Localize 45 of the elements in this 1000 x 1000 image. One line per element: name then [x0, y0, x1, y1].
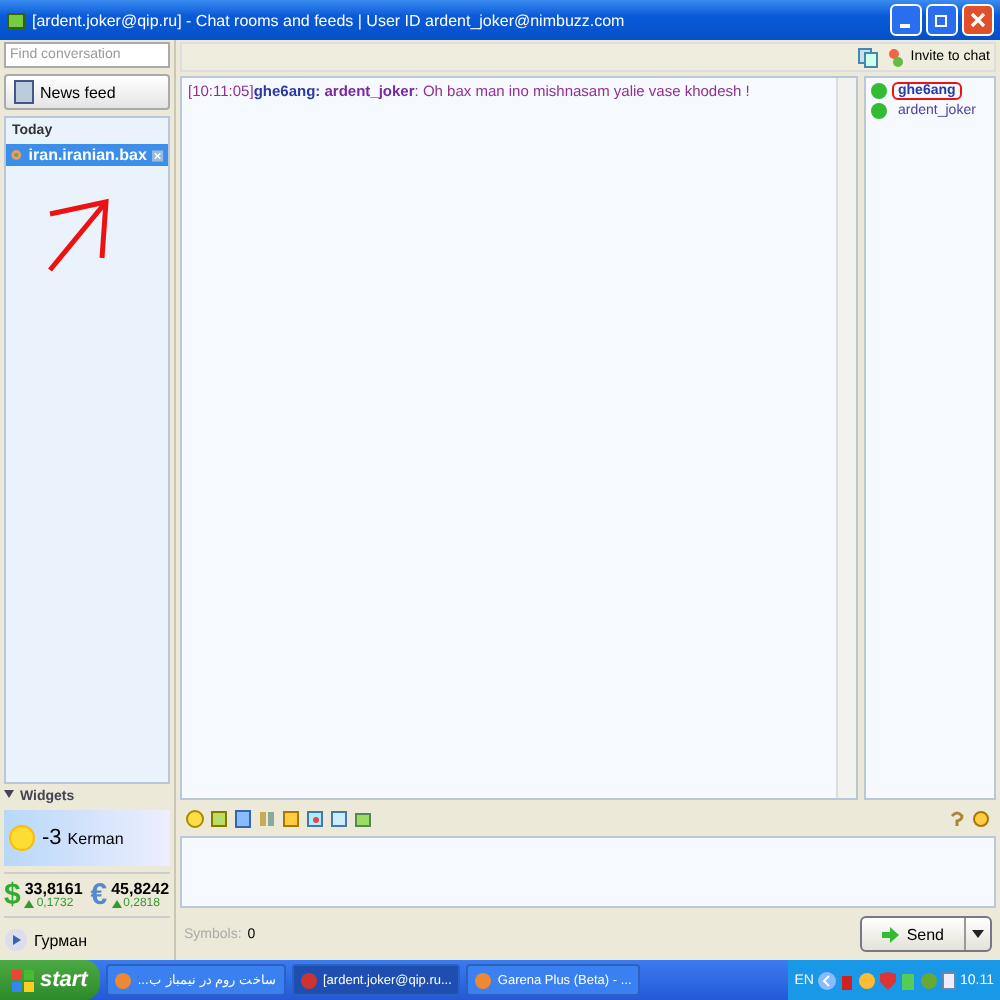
- window-icon[interactable]: [330, 809, 348, 827]
- up-triangle-icon: [111, 900, 122, 908]
- news-feed-button[interactable]: News feed: [4, 74, 170, 110]
- help-icon[interactable]: [948, 809, 966, 827]
- folder-icon[interactable]: [354, 809, 372, 827]
- app-icon: [113, 971, 132, 989]
- minimize-button[interactable]: [890, 4, 922, 36]
- flower-icon: [10, 146, 23, 164]
- image-icon[interactable]: [234, 809, 252, 827]
- start-button[interactable]: start: [0, 960, 100, 1000]
- sun-icon: [8, 824, 36, 852]
- currency-rate: 45,8242: [111, 880, 170, 898]
- copy-icon[interactable]: [858, 47, 879, 67]
- close-icon: [970, 12, 986, 28]
- shield-icon[interactable]: [880, 971, 896, 989]
- currency-rate: 33,8161: [24, 880, 83, 898]
- message-input[interactable]: [180, 836, 996, 908]
- app-icon: [299, 971, 317, 989]
- document-icon[interactable]: [942, 971, 956, 989]
- arrow-right-icon: [882, 925, 901, 943]
- app-icon: [6, 10, 26, 30]
- people-icon: [886, 47, 907, 67]
- player-title: Гурман: [34, 931, 88, 949]
- restore-icon: [934, 12, 950, 28]
- temperature: -3: [42, 826, 62, 850]
- arrow-annotation-drawing: [42, 194, 114, 274]
- close-button[interactable]: [962, 4, 994, 36]
- currency-icon: €: [90, 878, 108, 912]
- chevron-icon[interactable]: [818, 971, 836, 989]
- send-options-button[interactable]: [964, 918, 990, 950]
- windows-logo-icon: [12, 969, 34, 991]
- play-icon[interactable]: [4, 928, 28, 952]
- newspaper-icon: [14, 80, 34, 104]
- app-icon: [473, 971, 492, 989]
- picture-icon[interactable]: [306, 809, 324, 827]
- window-title: [ardent.joker@qip.ru] - Chat rooms and feeds | User ID ardent_joker@nimbuzz.com: [32, 11, 627, 29]
- tray-app-icon[interactable]: [840, 971, 854, 989]
- caret-icon: [972, 930, 984, 938]
- close-icon[interactable]: [152, 147, 164, 163]
- collapse-icon: [4, 790, 14, 798]
- restore-button[interactable]: [926, 4, 958, 36]
- scrollbar[interactable]: [836, 78, 856, 798]
- city-label: Kerman: [67, 829, 124, 847]
- up-triangle-icon: [24, 900, 35, 908]
- currency-icon: $: [4, 878, 21, 912]
